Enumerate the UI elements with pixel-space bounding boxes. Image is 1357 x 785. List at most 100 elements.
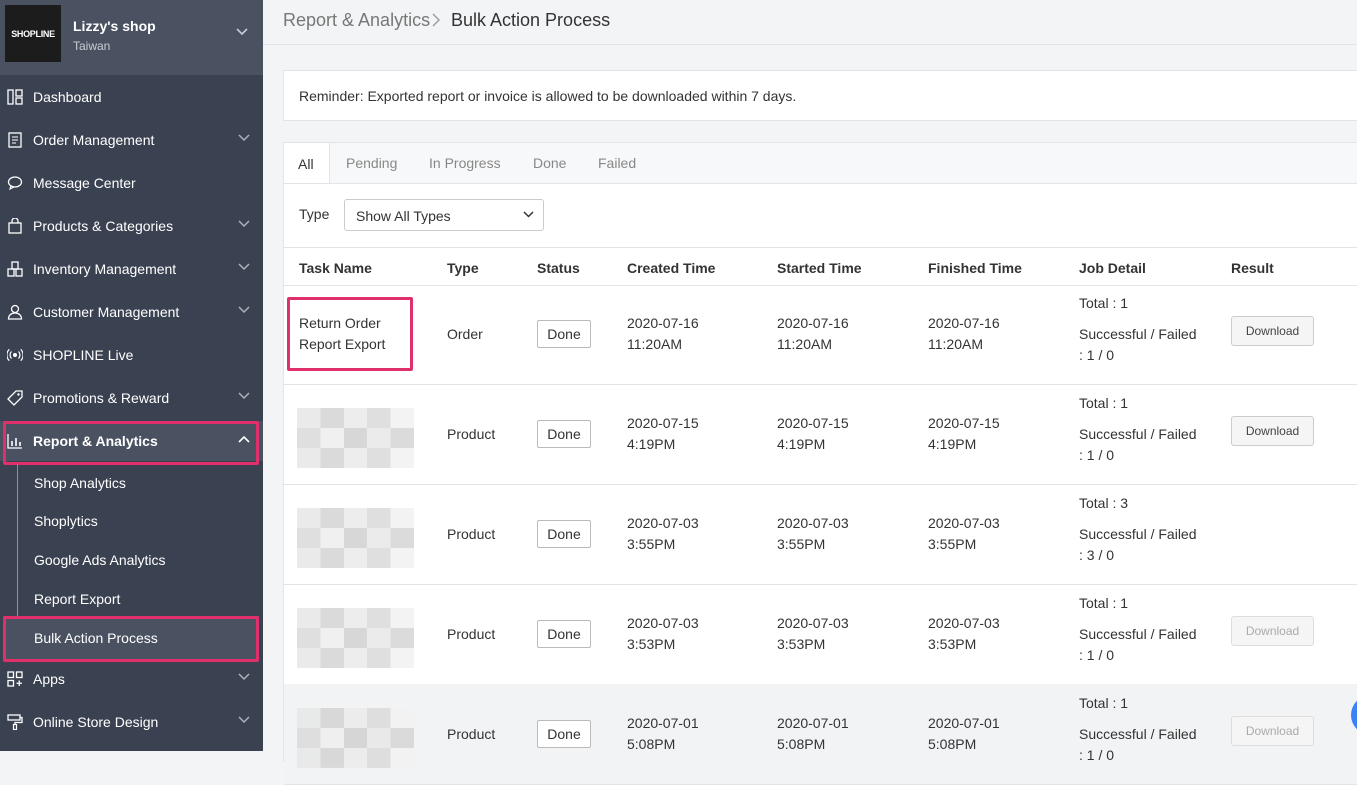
finished-time: 2020-07-01 5:08PM xyxy=(928,713,1000,755)
sidebar-item-label: Online Store Design xyxy=(33,714,159,730)
user-icon xyxy=(7,304,23,320)
tab-failed[interactable]: Failed xyxy=(598,155,636,171)
breadcrumb-report-analytics[interactable]: Report & Analytics xyxy=(283,10,430,31)
started-time: 2020-07-01 5:08PM xyxy=(777,713,849,755)
sidebar-item-online-store-design[interactable]: Online Store Design xyxy=(0,702,263,742)
time: 3:55PM xyxy=(777,536,826,552)
sidebar-item-shopline-live[interactable]: SHOPLINE Live xyxy=(0,335,263,375)
status-badge: Done xyxy=(537,420,591,448)
blurred-task-name xyxy=(297,408,414,468)
table-row: Product Done 2020-07-03 3:53PM 2020-07-03… xyxy=(284,584,1357,685)
status-badge: Done xyxy=(537,520,591,548)
time: 4:19PM xyxy=(627,436,676,452)
sidebar-item-customer-management[interactable]: Customer Management xyxy=(0,292,263,332)
task-type: Product xyxy=(447,626,496,642)
reminder-banner: Reminder: Exported report or invoice is … xyxy=(283,70,1357,121)
finished-time: 2020-07-16 11:20AM xyxy=(928,313,1000,355)
sidebar-item-label: Dashboard xyxy=(33,89,102,105)
sidebar-subitem-google-ads-analytics[interactable]: Google Ads Analytics xyxy=(34,552,166,568)
sidebar-item-promotions-reward[interactable]: Promotions & Reward xyxy=(0,378,263,418)
type-filter-select[interactable]: Show All Types xyxy=(344,199,544,231)
chevron-down-icon xyxy=(236,28,248,36)
status-badge: Done xyxy=(537,620,591,648)
shop-name: Lizzy's shop xyxy=(73,18,156,34)
column-header-created-time: Created Time xyxy=(627,260,716,276)
job-sf-value: : 3 / 0 xyxy=(1079,547,1115,563)
time: 3:53PM xyxy=(928,636,977,652)
status-badge: Done xyxy=(537,320,591,348)
started-time: 2020-07-16 11:20AM xyxy=(777,313,849,355)
created-time: 2020-07-01 5:08PM xyxy=(627,713,699,755)
job-sf-label: Successful / Failed xyxy=(1079,626,1197,642)
date: 2020-07-03 xyxy=(627,515,699,531)
time: 3:55PM xyxy=(627,536,676,552)
task-type: Product xyxy=(447,526,496,542)
sidebar-item-label: Message Center xyxy=(33,175,136,191)
tab-label: All xyxy=(298,156,314,172)
blurred-task-name xyxy=(297,608,414,668)
date: 2020-07-01 xyxy=(928,715,1000,731)
highlight-report-analytics xyxy=(3,421,259,465)
date: 2020-07-15 xyxy=(627,415,699,431)
time: 3:53PM xyxy=(777,636,826,652)
time: 5:08PM xyxy=(627,736,676,752)
highlight-bulk-action-process xyxy=(3,616,259,662)
sidebar-item-order-management[interactable]: Order Management xyxy=(0,120,263,160)
finished-time: 2020-07-03 3:53PM xyxy=(928,613,1000,655)
date: 2020-07-03 xyxy=(777,615,849,631)
chevron-right-icon xyxy=(432,13,440,27)
status-tabs: All Pending In Progress Done Failed xyxy=(283,142,1357,184)
column-header-type: Type xyxy=(447,260,479,276)
sidebar-item-products-categories[interactable]: Products & Categories xyxy=(0,206,263,246)
download-button[interactable]: Download xyxy=(1231,716,1314,746)
job-detail: Total : 1 Successful / Failed : 1 / 0 xyxy=(1079,293,1197,366)
sidebar-item-dashboard[interactable]: Dashboard xyxy=(0,77,263,117)
date: 2020-07-15 xyxy=(928,415,1000,431)
sidebar-item-apps[interactable]: Apps xyxy=(0,659,263,699)
job-sf-value: : 1 / 0 xyxy=(1079,347,1115,363)
job-detail: Total : 1 Successful / Failed : 1 / 0 xyxy=(1079,593,1197,666)
tab-pending[interactable]: Pending xyxy=(346,155,397,171)
job-detail: Total : 1 Successful / Failed : 1 / 0 xyxy=(1079,393,1197,466)
sidebar-item-label: Order Management xyxy=(33,132,155,148)
sidebar-subitem-shop-analytics[interactable]: Shop Analytics xyxy=(34,475,126,491)
sidebar-item-message-center[interactable]: Message Center xyxy=(0,163,263,203)
broadcast-icon xyxy=(7,348,23,362)
time: 11:20AM xyxy=(627,336,682,352)
column-header-job-detail: Job Detail xyxy=(1079,260,1146,276)
shop-region: Taiwan xyxy=(73,39,111,53)
job-detail: Total : 3 Successful / Failed : 3 / 0 xyxy=(1079,493,1197,566)
shop-logo: SHOPLINE xyxy=(5,5,61,62)
download-button[interactable]: Download xyxy=(1231,416,1314,446)
tag-icon xyxy=(7,390,23,406)
job-sf-label: Successful / Failed xyxy=(1079,426,1197,442)
job-detail: Total : 1 Successful / Failed : 1 / 0 xyxy=(1079,693,1197,766)
date: 2020-07-03 xyxy=(777,515,849,531)
tab-in-progress[interactable]: In Progress xyxy=(429,155,501,171)
tab-done[interactable]: Done xyxy=(533,155,566,171)
breadcrumb: Report & Analytics Bulk Action Process xyxy=(263,0,1357,45)
sidebar-subitem-report-export[interactable]: Report Export xyxy=(34,591,120,607)
chevron-down-icon xyxy=(238,134,250,142)
job-total: Total : 3 xyxy=(1079,495,1129,511)
sidebar-subitem-shoplytics[interactable]: Shoplytics xyxy=(34,513,98,529)
reminder-text: Reminder: Exported report or invoice is … xyxy=(299,88,797,104)
blurred-task-name xyxy=(297,708,414,768)
chat-bubble-icon xyxy=(7,176,23,191)
chevron-down-icon xyxy=(238,673,250,681)
shop-switcher[interactable]: SHOPLINE Lizzy's shop Taiwan xyxy=(0,0,263,75)
column-header-result: Result xyxy=(1231,260,1274,276)
chevron-down-icon xyxy=(523,211,534,218)
sidebar-item-label: Promotions & Reward xyxy=(33,390,170,406)
shopping-bag-icon xyxy=(8,218,22,234)
date: 2020-07-03 xyxy=(928,615,1000,631)
paint-roller-icon xyxy=(7,714,23,730)
download-button[interactable]: Download xyxy=(1231,616,1314,646)
job-sf-label: Successful / Failed xyxy=(1079,726,1197,742)
column-header-status: Status xyxy=(537,260,580,276)
download-button[interactable]: Download xyxy=(1231,316,1314,346)
type-filter-value: Show All Types xyxy=(356,208,451,224)
sidebar-item-inventory-management[interactable]: Inventory Management xyxy=(0,249,263,289)
tab-all[interactable]: All xyxy=(283,142,330,183)
job-total: Total : 1 xyxy=(1079,695,1129,711)
